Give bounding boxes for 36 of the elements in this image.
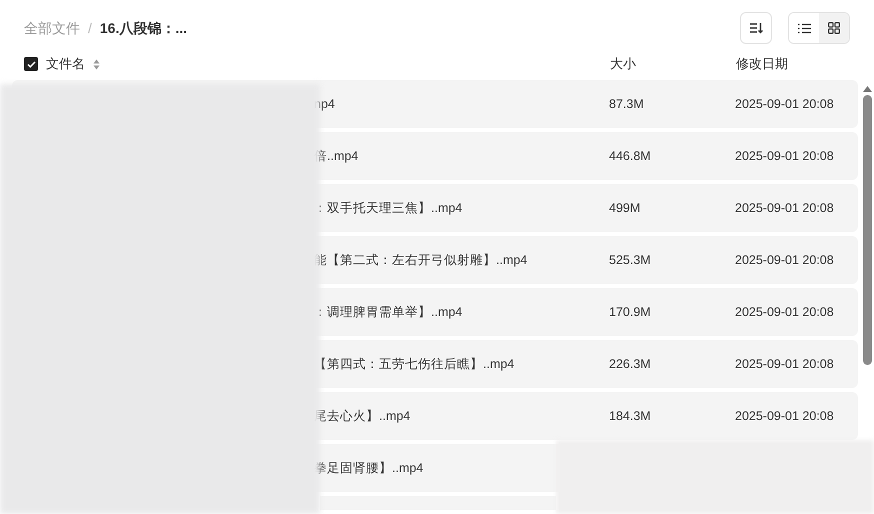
checkmark-icon (26, 60, 36, 68)
table-cell-text: 170.9M (609, 304, 652, 321)
table-cell-text: 184.3M (609, 408, 652, 425)
table-cell-text: 拳足固肾腰】..mp4 (314, 460, 424, 477)
table-cell-text: 倍..mp4 (314, 148, 360, 165)
grid-icon (828, 22, 840, 34)
list-icon (798, 22, 810, 34)
table-cell-text: 2025-09-01 20:08 (735, 408, 834, 425)
table-cell-text: ：调理脾胃需单举】..mp4 (314, 304, 464, 321)
table-cell-text: 2025-09-01 20:08 (735, 356, 834, 373)
table-cell-text: 87.3M (609, 96, 645, 113)
column-header: 修改日期 (736, 55, 788, 74)
table-cell-text: 499M (609, 200, 642, 217)
table-cell-text: 446.8M (609, 148, 652, 165)
table-cell-text: 525.3M (609, 252, 652, 269)
column-header[interactable]: 文件名 (46, 54, 85, 74)
table-cell-text: 【第四式：五劳七伤往后瞧】..mp4 (314, 356, 516, 373)
table-cell-text: ：双手托天理三焦】..mp4 (314, 200, 464, 217)
select-all-checkbox[interactable] (24, 57, 38, 71)
table-cell-text: 2025-09-01 20:08 (735, 304, 834, 321)
breadcrumb-current: 16.八段锦：... (100, 18, 188, 38)
column-header: 大小 (610, 55, 637, 74)
table-cell-text: 2025-09-01 20:08 (735, 252, 834, 269)
sort-button[interactable] (740, 12, 772, 44)
table-cell-text: 能【第二式：左右开弓似射雕】..mp4 (314, 252, 528, 269)
table-cell-text: 尾去心火】..mp4 (314, 408, 412, 425)
table-cell-text: 2025-09-01 20:08 (735, 96, 834, 113)
table-cell-text: np4 (314, 96, 336, 113)
table-cell-text: 2025-09-01 20:08 (735, 200, 834, 217)
sort-icon (749, 22, 763, 34)
scroll-up-arrow-icon[interactable] (862, 86, 872, 92)
table-cell-text: 226.3M (609, 356, 652, 373)
table-cell-text: 2025-09-01 20:08 (735, 148, 834, 165)
sort-arrows-icon[interactable] (93, 58, 100, 70)
grid-view-button[interactable] (819, 13, 849, 43)
breadcrumb-separator: / (88, 18, 92, 38)
